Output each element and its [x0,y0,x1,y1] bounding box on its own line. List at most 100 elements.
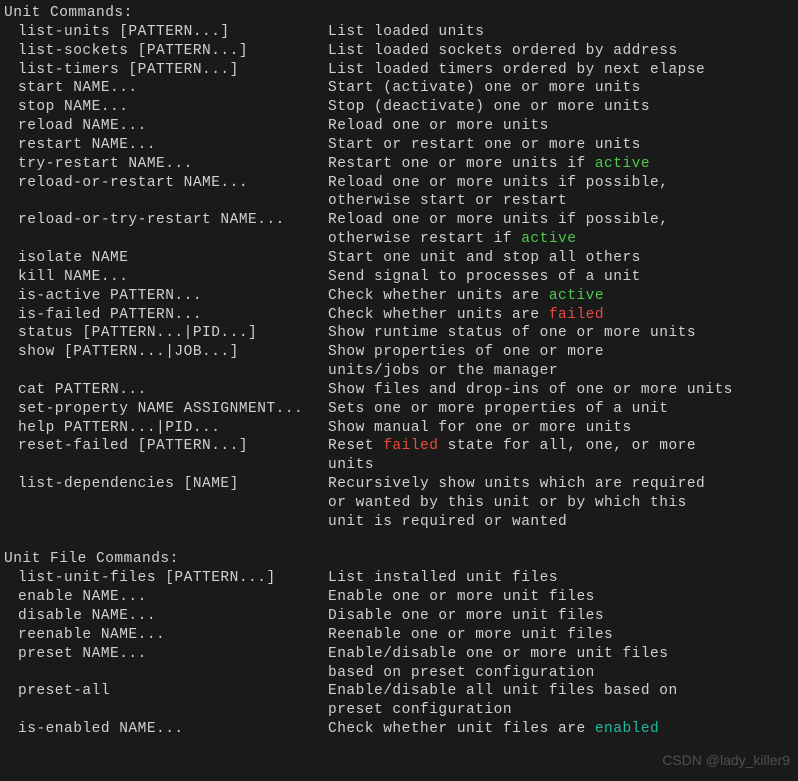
highlight-word: active [521,231,576,247]
command-name: reenable NAME... [18,626,328,645]
command-name: reload-or-restart NAME... [18,174,328,193]
command-description: Start one unit and stop all others [328,249,641,268]
command-name: preset-all [18,682,328,701]
highlight-word: failed [383,438,438,454]
command-description: Show properties of one or more [328,343,604,362]
command-description: Enable/disable all unit files based on [328,682,678,701]
command-description: Start or restart one or more units [328,136,641,155]
command-line: cat PATTERN...Show files and drop-ins of… [0,381,798,400]
command-description: Reset failed state for all, one, or more [328,437,696,456]
command-line: list-units [PATTERN...]List loaded units [0,23,798,42]
command-name: set-property NAME ASSIGNMENT... [18,400,328,419]
command-line: reset-failed [PATTERN...]Reset failed st… [0,437,798,456]
command-description: Reload one or more units if possible, [328,211,668,230]
command-name: cat PATTERN... [18,381,328,400]
command-name: kill NAME... [18,268,328,287]
command-description: List installed unit files [328,569,558,588]
command-description: Check whether units are failed [328,306,604,325]
highlight-word: active [595,156,650,172]
command-description: Show files and drop-ins of one or more u… [328,381,733,400]
command-description: Enable/disable one or more unit files [328,645,668,664]
command-description: List loaded units [328,23,484,42]
command-description: Reload one or more units if possible, [328,174,668,193]
command-line: is-enabled NAME...Check whether unit fil… [0,720,798,739]
command-name: reload-or-try-restart NAME... [18,211,328,230]
blank-line [0,532,798,551]
command-description: Disable one or more unit files [328,607,604,626]
command-line: reenable NAME...Reenable one or more uni… [0,626,798,645]
command-name: restart NAME... [18,136,328,155]
command-description-cont: unit is required or wanted [0,513,798,532]
command-line: reload-or-try-restart NAME...Reload one … [0,211,798,230]
command-name: stop NAME... [18,98,328,117]
command-name: list-sockets [PATTERN...] [18,42,328,61]
command-line: list-unit-files [PATTERN...]List install… [0,569,798,588]
command-line: disable NAME...Disable one or more unit … [0,607,798,626]
command-line: is-active PATTERN...Check whether units … [0,287,798,306]
command-name: is-active PATTERN... [18,287,328,306]
command-description-cont: otherwise restart if active [0,230,798,249]
watermark: CSDN @lady_killer9 [662,751,790,769]
command-description: Start (activate) one or more units [328,79,641,98]
command-line: reload NAME...Reload one or more units [0,117,798,136]
command-line: reload-or-restart NAME...Reload one or m… [0,174,798,193]
command-line: list-dependencies [NAME]Recursively show… [0,475,798,494]
command-description-cont: otherwise start or restart [0,192,798,211]
command-name: try-restart NAME... [18,155,328,174]
section-header: Unit Commands: [0,4,798,23]
command-description: Recursively show units which are require… [328,475,705,494]
command-name: start NAME... [18,79,328,98]
highlight-word: failed [549,307,604,323]
command-line: help PATTERN...|PID...Show manual for on… [0,419,798,438]
command-name: preset NAME... [18,645,328,664]
highlight-word: enabled [595,721,659,737]
command-line: preset NAME...Enable/disable one or more… [0,645,798,664]
command-line: restart NAME...Start or restart one or m… [0,136,798,155]
command-description: Enable one or more unit files [328,588,595,607]
command-description-cont: based on preset configuration [0,664,798,683]
command-line: list-sockets [PATTERN...]List loaded soc… [0,42,798,61]
command-name: is-enabled NAME... [18,720,328,739]
command-description: Reload one or more units [328,117,549,136]
command-name: reload NAME... [18,117,328,136]
command-description: Reenable one or more unit files [328,626,613,645]
command-description-cont: preset configuration [0,701,798,720]
command-description: Show runtime status of one or more units [328,324,696,343]
command-line: show [PATTERN...|JOB...]Show properties … [0,343,798,362]
command-name: reset-failed [PATTERN...] [18,437,328,456]
command-name: list-units [PATTERN...] [18,23,328,42]
command-name: disable NAME... [18,607,328,626]
command-description: List loaded sockets ordered by address [328,42,678,61]
command-name: list-dependencies [NAME] [18,475,328,494]
command-description: Restart one or more units if active [328,155,650,174]
command-line: status [PATTERN...|PID...]Show runtime s… [0,324,798,343]
command-description: List loaded timers ordered by next elaps… [328,61,705,80]
command-name: is-failed PATTERN... [18,306,328,325]
command-line: kill NAME...Send signal to processes of … [0,268,798,287]
command-line: try-restart NAME...Restart one or more u… [0,155,798,174]
command-name: help PATTERN...|PID... [18,419,328,438]
command-description: Check whether units are active [328,287,604,306]
command-line: isolate NAMEStart one unit and stop all … [0,249,798,268]
command-name: list-timers [PATTERN...] [18,61,328,80]
highlight-word: active [549,288,604,304]
command-name: show [PATTERN...|JOB...] [18,343,328,362]
command-line: is-failed PATTERN...Check whether units … [0,306,798,325]
command-line: start NAME...Start (activate) one or mor… [0,79,798,98]
command-line: set-property NAME ASSIGNMENT...Sets one … [0,400,798,419]
command-description: Show manual for one or more units [328,419,632,438]
command-name: isolate NAME [18,249,328,268]
command-line: list-timers [PATTERN...]List loaded time… [0,61,798,80]
command-name: enable NAME... [18,588,328,607]
command-name: list-unit-files [PATTERN...] [18,569,328,588]
command-description: Sets one or more properties of a unit [328,400,668,419]
command-description: Stop (deactivate) one or more units [328,98,650,117]
command-description: Send signal to processes of a unit [328,268,641,287]
command-description: Check whether unit files are enabled [328,720,659,739]
command-description-cont: units/jobs or the manager [0,362,798,381]
command-description-cont: or wanted by this unit or by which this [0,494,798,513]
command-line: stop NAME...Stop (deactivate) one or mor… [0,98,798,117]
terminal-output: Unit Commands:list-units [PATTERN...]Lis… [0,4,798,739]
command-line: enable NAME...Enable one or more unit fi… [0,588,798,607]
command-name: status [PATTERN...|PID...] [18,324,328,343]
